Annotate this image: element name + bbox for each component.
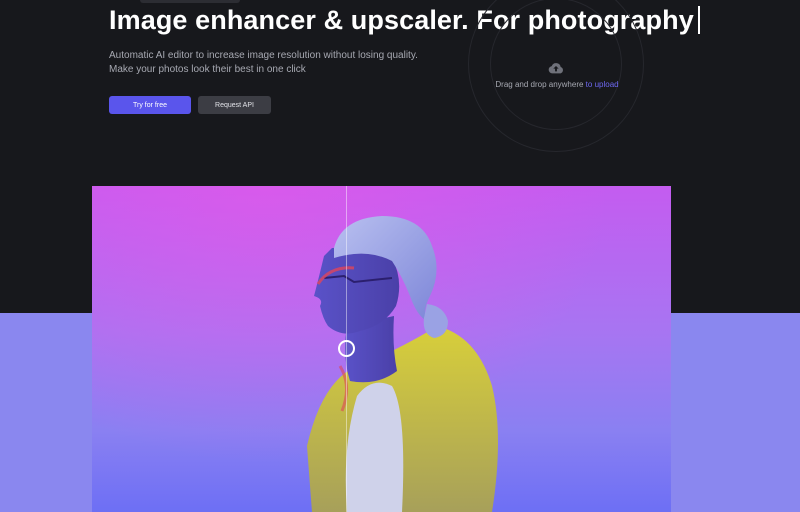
top-tab-strip	[140, 0, 240, 3]
hero-subtitle-line-2: Make your photos look their best in one …	[109, 64, 306, 75]
preview-image	[92, 186, 671, 512]
cloud-upload-icon	[548, 63, 563, 74]
try-for-free-button[interactable]: Try for free	[109, 96, 191, 114]
hero-subtitle: Automatic AI editor to increase image re…	[109, 49, 418, 77]
hero-subtitle-line-1: Automatic AI editor to increase image re…	[109, 50, 418, 61]
upload-link[interactable]: to upload	[586, 80, 619, 89]
comparison-slider-handle[interactable]	[338, 340, 355, 357]
drop-instructions: Drag and drop anywhere to upload	[472, 80, 642, 89]
request-api-button[interactable]: Request API	[198, 96, 271, 114]
portrait-figure	[307, 216, 498, 512]
ponytail-shape	[423, 304, 448, 338]
text-cursor	[697, 6, 700, 34]
page-title: Image enhancer & upscaler. For photograp…	[109, 4, 700, 36]
page-title-text: Image enhancer & upscaler. For photograp…	[109, 5, 694, 35]
drop-instructions-text: Drag and drop anywhere	[495, 80, 586, 89]
